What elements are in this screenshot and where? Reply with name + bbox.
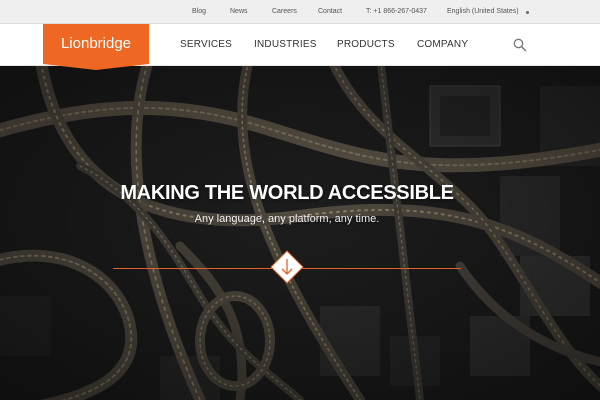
search-icon[interactable]	[513, 38, 527, 52]
nav-products[interactable]: PRODUCTS	[337, 24, 395, 66]
hero-divider-left	[113, 268, 272, 269]
nav-company[interactable]: COMPANY	[417, 24, 468, 66]
logo-notch	[43, 64, 149, 70]
hero-divider-right	[302, 268, 461, 269]
utility-link-contact[interactable]: Contact	[318, 0, 342, 24]
hero-background-image	[0, 66, 600, 400]
utility-link-blog[interactable]: Blog	[192, 0, 206, 24]
nav-industries[interactable]: INDUSTRIES	[254, 24, 317, 66]
utility-link-news[interactable]: News	[230, 0, 248, 24]
nav-services[interactable]: SERVICES	[180, 24, 232, 66]
arrow-down-icon[interactable]	[270, 250, 304, 284]
hero-subheadline: Any language, any platform, any time.	[194, 213, 380, 225]
hero-section	[0, 66, 600, 400]
language-selector[interactable]: English (United States)	[447, 0, 519, 24]
utility-phone[interactable]: T: +1 866-267-0437	[366, 0, 427, 24]
logo[interactable]: Lionbridge	[43, 24, 149, 64]
utility-bar: Blog News Careers Contact T: +1 866-267-…	[0, 0, 600, 24]
hero-headline: MAKING THE WORLD ACCESSIBLE	[120, 182, 454, 204]
utility-link-careers[interactable]: Careers	[272, 0, 297, 24]
more-dot-icon[interactable]	[526, 11, 529, 14]
